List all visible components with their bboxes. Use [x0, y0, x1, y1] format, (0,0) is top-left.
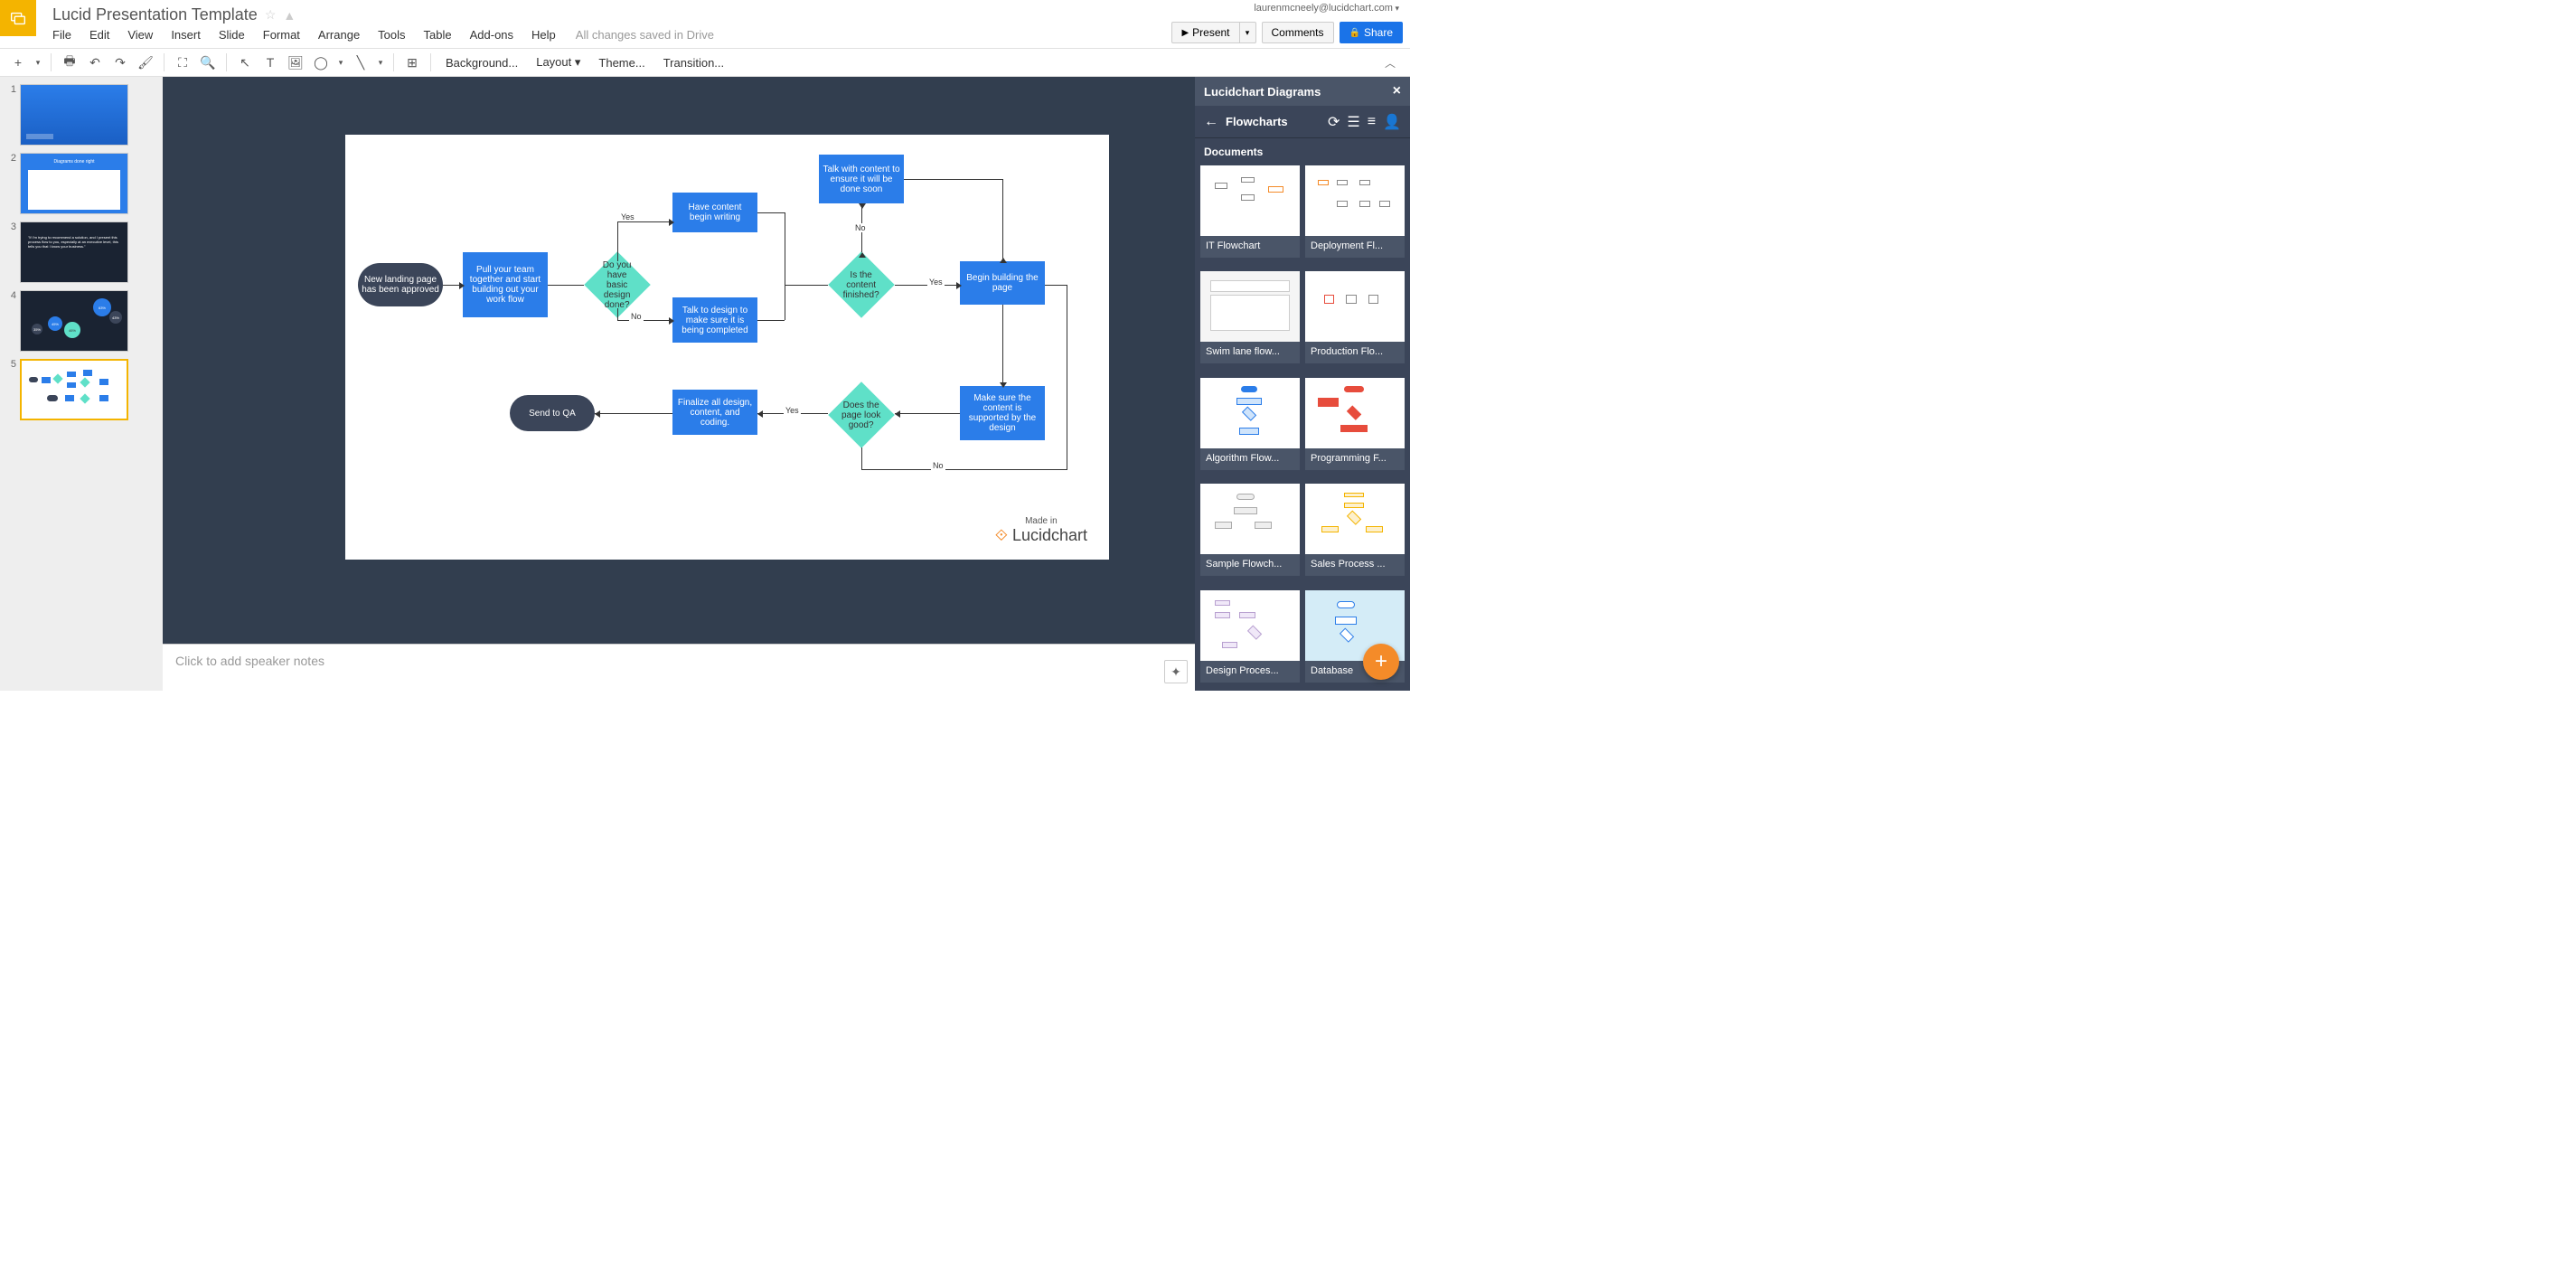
theme-button[interactable]: Theme...: [591, 56, 652, 70]
back-icon[interactable]: ←: [1204, 114, 1218, 130]
print-icon[interactable]: 🖶: [59, 52, 80, 73]
canvas-area[interactable]: New landing page has been approved Pull …: [163, 77, 1195, 691]
slide-thumb-4[interactable]: 4 63% 43% 45% 46% 35%: [4, 290, 159, 352]
node-supported[interactable]: Make sure the content is supported by th…: [960, 386, 1045, 440]
slide-thumb-3[interactable]: 3 "If I'm trying to recommend a solution…: [4, 221, 159, 283]
explore-button[interactable]: ✦: [1164, 660, 1188, 683]
select-icon[interactable]: ↖: [234, 52, 256, 73]
doc-card[interactable]: Design Proces...: [1200, 590, 1300, 691]
menu-format[interactable]: Format: [254, 26, 309, 43]
node-begin-build[interactable]: Begin building the page: [960, 261, 1045, 305]
doc-card[interactable]: IT Flowchart: [1200, 165, 1300, 266]
panel-section-label: Documents: [1195, 138, 1410, 165]
zoom-fit-icon[interactable]: ⛶: [172, 52, 193, 73]
node-start[interactable]: New landing page has been approved: [358, 263, 443, 306]
shape-icon[interactable]: ◯: [310, 52, 332, 73]
list-icon[interactable]: ≡: [1368, 114, 1376, 130]
present-button[interactable]: ▶Present: [1171, 22, 1239, 43]
slide-filmstrip: 1 2 Diagrams done right 3 "If I'm trying…: [0, 77, 163, 691]
line-icon[interactable]: ╲: [350, 52, 371, 73]
lucidchart-branding: Made in ⟐ Lucidchart: [995, 516, 1087, 545]
panel-title: Lucidchart Diagrams: [1204, 85, 1321, 99]
node-content-finished[interactable]: Is the content finished?: [828, 251, 895, 318]
node-look-good[interactable]: Does the page look good?: [828, 381, 895, 448]
menu-help[interactable]: Help: [522, 26, 565, 43]
node-talk-content[interactable]: Talk with content to ensure it will be d…: [819, 155, 904, 203]
sort-icon[interactable]: ☰: [1347, 113, 1359, 131]
undo-icon[interactable]: ↶: [84, 52, 106, 73]
lucidchart-panel: Lucidchart Diagrams × ← Flowcharts ⟳ ☰ ≡…: [1195, 77, 1410, 691]
star-icon[interactable]: ☆: [265, 7, 277, 23]
layout-button[interactable]: Layout ▾: [529, 55, 588, 70]
doc-card[interactable]: Production Flo...: [1305, 271, 1405, 372]
refresh-icon[interactable]: ⟳: [1328, 113, 1340, 131]
close-icon[interactable]: ×: [1393, 83, 1401, 99]
toolbar: + ▾ 🖶 ↶ ↷ 🖌 ⛶ 🔍 ↖ T 🖼 ◯ ▾ ╲ ▾ ⊞ Backgrou…: [0, 48, 1410, 77]
menu-tools[interactable]: Tools: [369, 26, 414, 43]
menu-view[interactable]: View: [118, 26, 162, 43]
menu-arrange[interactable]: Arrange: [309, 26, 369, 43]
transition-button[interactable]: Transition...: [656, 56, 731, 70]
doc-card[interactable]: Swim lane flow...: [1200, 271, 1300, 372]
node-finalize[interactable]: Finalize all design, content, and coding…: [672, 390, 757, 435]
node-have-content[interactable]: Have content begin writing: [672, 193, 757, 232]
doc-card[interactable]: Deployment Fl...: [1305, 165, 1405, 266]
menu-edit[interactable]: Edit: [80, 26, 118, 43]
document-grid: IT Flowchart Deployment Fl... Swim lane …: [1195, 165, 1410, 691]
menu-table[interactable]: Table: [415, 26, 461, 43]
slide-content[interactable]: New landing page has been approved Pull …: [345, 135, 1109, 560]
comment-icon[interactable]: ⊞: [401, 52, 423, 73]
shape-dropdown[interactable]: ▾: [335, 52, 346, 73]
slide-thumb-1[interactable]: 1: [4, 84, 159, 146]
panel-nav-title: Flowcharts: [1226, 115, 1321, 128]
new-slide-dropdown[interactable]: ▾: [33, 52, 43, 73]
doc-card[interactable]: Algorithm Flow...: [1200, 378, 1300, 478]
save-status: All changes saved in Drive: [576, 28, 714, 42]
collapse-toolbar-icon[interactable]: ︿: [1385, 55, 1403, 71]
share-button[interactable]: 🔒Share: [1340, 22, 1403, 43]
paint-format-icon[interactable]: 🖌: [135, 52, 156, 73]
textbox-icon[interactable]: T: [259, 52, 281, 73]
zoom-icon[interactable]: 🔍: [197, 52, 219, 73]
move-folder-icon[interactable]: ▲: [283, 8, 296, 23]
line-dropdown[interactable]: ▾: [375, 52, 386, 73]
comments-button[interactable]: Comments: [1262, 22, 1334, 43]
menu-addons[interactable]: Add-ons: [461, 26, 522, 43]
slide-thumb-5[interactable]: 5: [4, 359, 159, 420]
node-send-qa[interactable]: Send to QA: [510, 395, 595, 431]
node-pull-team[interactable]: Pull your team together and start buildi…: [463, 252, 548, 317]
fab-add-button[interactable]: +: [1363, 644, 1399, 680]
speaker-notes[interactable]: Click to add speaker notes: [163, 644, 1195, 691]
menu-slide[interactable]: Slide: [210, 26, 254, 43]
doc-card[interactable]: Programming F...: [1305, 378, 1405, 478]
node-talk-design[interactable]: Talk to design to make sure it is being …: [672, 297, 757, 343]
new-slide-button[interactable]: +: [7, 52, 29, 73]
background-button[interactable]: Background...: [438, 56, 525, 70]
document-title[interactable]: Lucid Presentation Template: [52, 5, 258, 24]
image-icon[interactable]: 🖼: [285, 52, 306, 73]
account-icon[interactable]: 👤: [1383, 113, 1401, 131]
present-dropdown[interactable]: ▾: [1240, 22, 1256, 43]
doc-card[interactable]: Sales Process ...: [1305, 484, 1405, 584]
doc-card[interactable]: Sample Flowch...: [1200, 484, 1300, 584]
slides-logo[interactable]: [0, 0, 36, 36]
slide-thumb-2[interactable]: 2 Diagrams done right: [4, 153, 159, 214]
user-email[interactable]: laurenmcneely@lucidchart.com: [1254, 3, 1399, 14]
menu-insert[interactable]: Insert: [162, 26, 210, 43]
menu-file[interactable]: File: [43, 26, 80, 43]
redo-icon[interactable]: ↷: [109, 52, 131, 73]
